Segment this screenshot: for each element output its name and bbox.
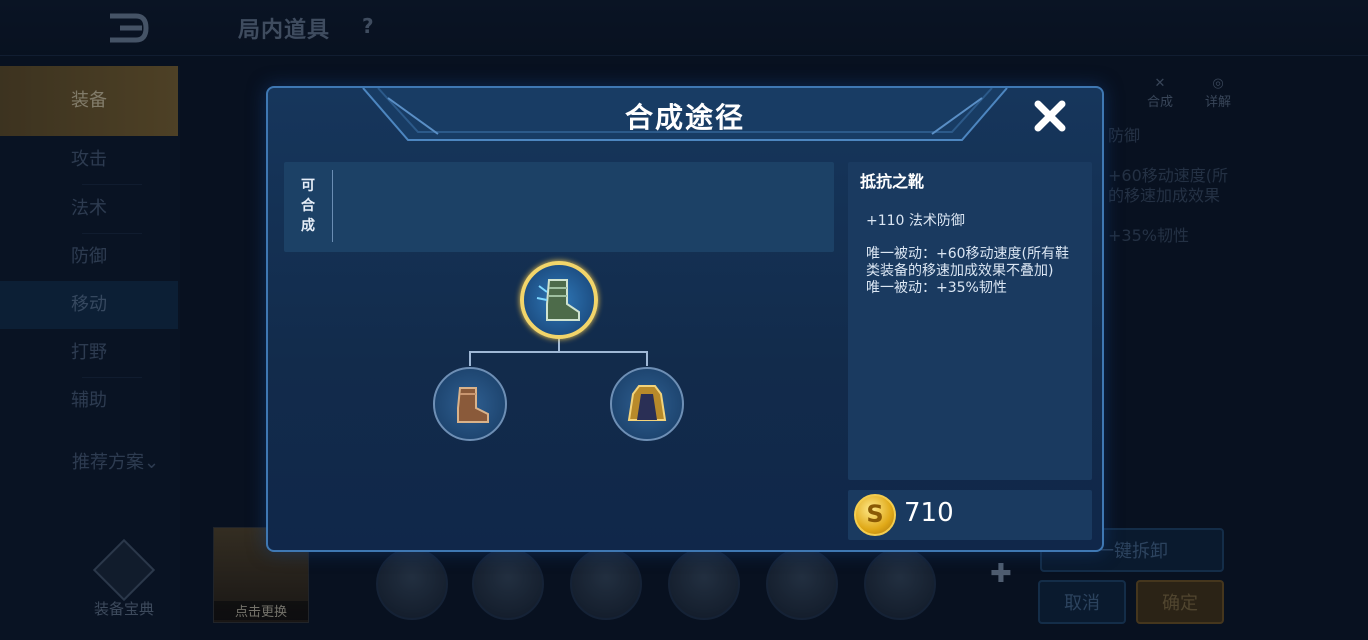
- basic-boots-item[interactable]: [433, 367, 507, 441]
- close-icon: [1034, 100, 1066, 132]
- cloak-item[interactable]: [610, 367, 684, 441]
- passive-line: 唯一被动：+35%韧性: [866, 280, 1007, 296]
- resistance-boots-item[interactable]: [520, 261, 598, 339]
- close-button[interactable]: [1030, 96, 1070, 136]
- item-stat: +110 法术防御: [866, 213, 965, 229]
- gold-coin-icon: S: [854, 494, 896, 536]
- resistance-boots-icon: [536, 279, 580, 321]
- item-passive: 唯一被动：+60移动速度(所有鞋类装备的移速加成效果不叠加) 唯一被动：+35%…: [866, 246, 1078, 297]
- item-description-panel: 抵抗之靴 +110 法术防御 唯一被动：+60移动速度(所有鞋类装备的移速加成效…: [848, 162, 1092, 480]
- item-name: 抵抗之靴: [860, 172, 925, 191]
- basic-boots-icon: [457, 387, 489, 423]
- passive-line: 唯一被动：+60移动速度(所有鞋类装备的移速加成效果不叠加): [866, 246, 1070, 279]
- mage-robe-icon: [627, 385, 667, 421]
- crafting-path-modal: 合成途径 可合成 抵抗之靴 +110 法术防御 唯一被动：+60移动速度(所有鞋…: [266, 86, 1104, 552]
- price-panel: S 710: [848, 490, 1092, 540]
- recipe-tree-lines: [469, 339, 648, 366]
- item-price: 710: [904, 498, 954, 528]
